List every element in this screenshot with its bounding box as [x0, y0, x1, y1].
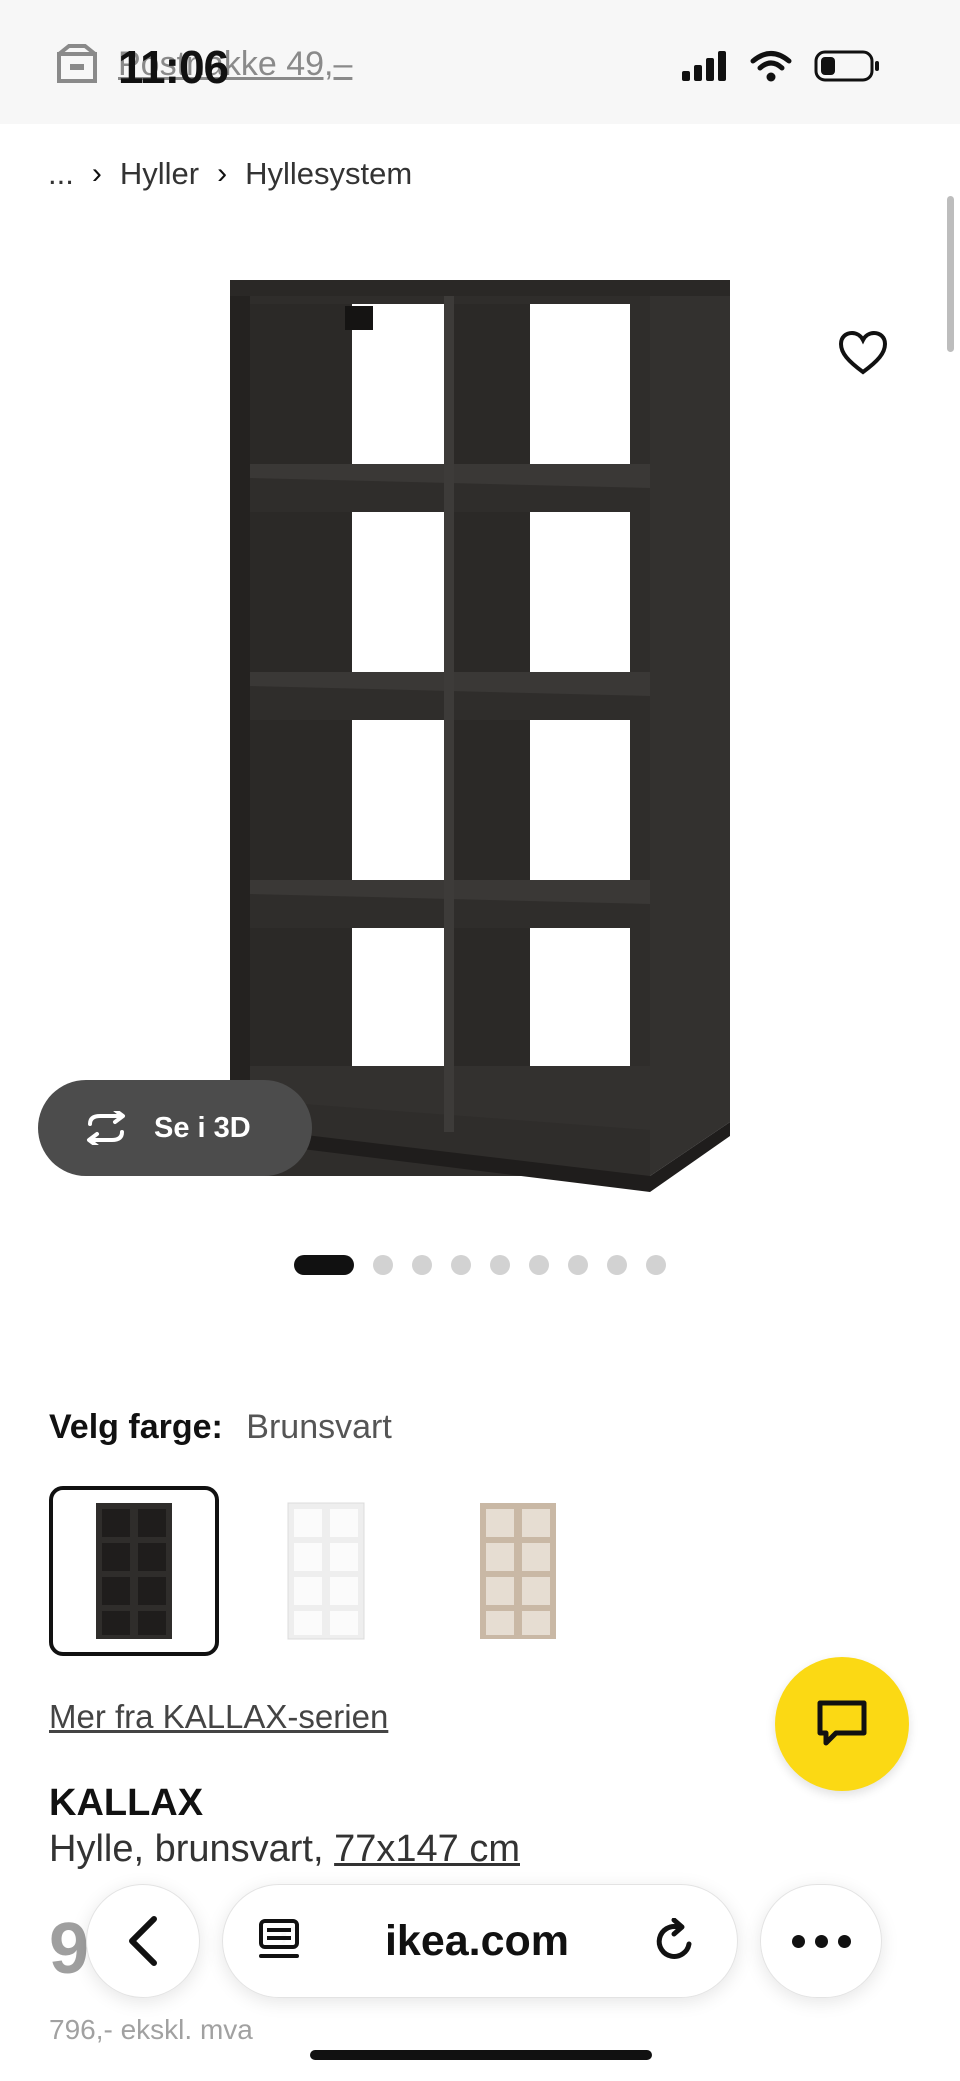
chevron-right-icon: › [91, 157, 102, 190]
scrollbar[interactable] [947, 196, 954, 352]
series-link[interactable]: Mer fra KALLAX-serien [49, 1698, 388, 1736]
shelf-thumbnail [480, 1503, 556, 1639]
signal-icon [682, 51, 726, 81]
status-icons [682, 50, 880, 82]
store-icon [57, 44, 97, 83]
view-3d-button[interactable]: Se i 3D [38, 1080, 312, 1176]
pagination-dot[interactable] [607, 1255, 627, 1275]
color-swatch-brunsvart[interactable] [49, 1486, 219, 1656]
pagination-dot[interactable] [646, 1255, 666, 1275]
product-description-text: Hylle, brunsvart, [49, 1828, 324, 1870]
chevron-right-icon: › [217, 157, 228, 190]
color-label-key: Velg farge: [49, 1408, 223, 1446]
chevron-left-icon [129, 1916, 157, 1966]
more-dot [791, 1934, 805, 1948]
more-options-button[interactable] [760, 1884, 882, 1998]
product-description: Hylle, brunsvart, 77x147 cm [49, 1828, 520, 1871]
breadcrumb: ... › Hyller › Hyllesystem [48, 156, 412, 192]
color-selected-value: Brunsvart [246, 1408, 392, 1446]
browser-back-button[interactable] [86, 1884, 200, 1998]
pagination-dot[interactable] [568, 1255, 588, 1275]
address-bar[interactable]: ikea.com [222, 1884, 738, 1998]
heart-icon[interactable] [838, 330, 888, 376]
pagination-dot[interactable] [490, 1255, 510, 1275]
clock: 11:06 [118, 41, 229, 93]
pagination-dot[interactable] [412, 1255, 432, 1275]
status-bar: Postnakke 49,– 11:06 [0, 0, 960, 124]
color-swatch-hvit[interactable] [241, 1486, 411, 1656]
view-3d-label: Se i 3D [154, 1111, 251, 1144]
home-indicator[interactable] [310, 2050, 652, 2060]
breadcrumb-item-ellipsis[interactable]: ... [48, 156, 74, 192]
battery-icon [814, 50, 879, 82]
reader-icon[interactable] [257, 1918, 301, 1964]
rotate-3d-icon [87, 1111, 125, 1145]
url-text[interactable]: ikea.com [385, 1917, 569, 1966]
product-dimensions-link[interactable]: 77x147 cm [334, 1828, 520, 1870]
product-name: KALLAX [49, 1782, 204, 1824]
color-swatch-hvitbeiset[interactable] [433, 1486, 603, 1656]
shelf-thumbnail [287, 1502, 365, 1640]
color-swatches [49, 1486, 603, 1656]
chat-icon [817, 1700, 867, 1746]
pagination-dot[interactable] [529, 1255, 549, 1275]
wifi-icon [750, 51, 792, 82]
product-image[interactable] [220, 270, 740, 1210]
price-value: 9 [49, 1909, 90, 1989]
breadcrumb-item-hyllesystem[interactable]: Hyllesystem [245, 156, 412, 192]
price-ex-vat: 796,- ekskl. mva [49, 2014, 253, 2045]
reload-icon[interactable] [653, 1918, 697, 1964]
more-dot [814, 1934, 828, 1948]
pagination-dot[interactable] [451, 1255, 471, 1275]
pagination-dot[interactable] [373, 1255, 393, 1275]
chat-button[interactable] [775, 1657, 909, 1791]
breadcrumb-item-hyller[interactable]: Hyller [120, 156, 199, 192]
pagination-dot[interactable] [294, 1255, 354, 1275]
shelf-thumbnail [96, 1503, 172, 1639]
image-pagination [294, 1255, 666, 1275]
more-dot [837, 1934, 851, 1948]
color-selection-label: Velg farge: Brunsvart [49, 1408, 392, 1447]
